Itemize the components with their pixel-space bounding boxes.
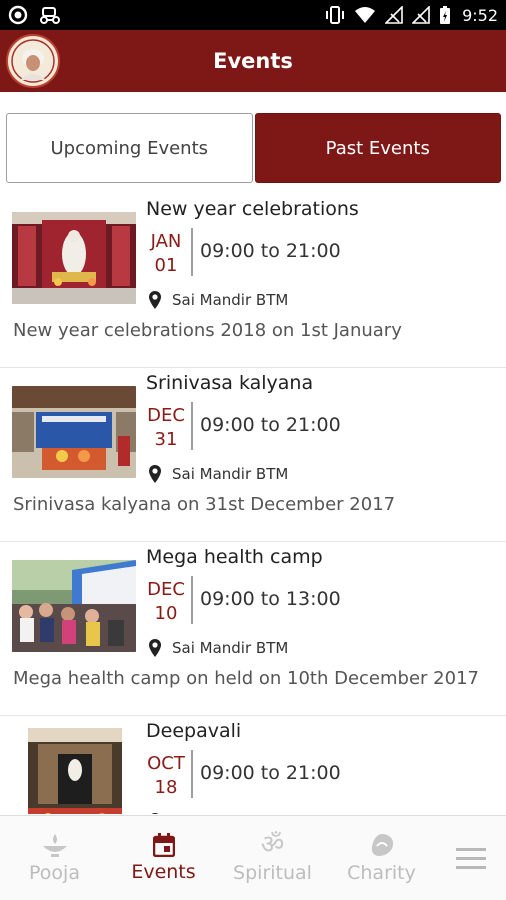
event-location-text: Sai Mandir BTM <box>172 291 289 309</box>
events-tabs: Upcoming Events Past Events <box>6 113 501 183</box>
event-item[interactable]: Deepavali OCT 18 09:00 to 21:00 <box>0 716 506 814</box>
ride-icon <box>38 5 62 25</box>
event-time: 09:00 to 21:00 <box>200 414 341 436</box>
event-day: 01 <box>154 255 178 276</box>
hamburger-menu-button[interactable] <box>436 816 506 900</box>
event-location <box>148 812 162 814</box>
date-divider <box>191 750 193 798</box>
nav-spiritual[interactable]: ॐ Spiritual <box>218 816 327 900</box>
event-day: 31 <box>154 429 178 450</box>
location-pin-icon <box>149 291 161 309</box>
event-description: New year celebrations 2018 on 1st Januar… <box>13 320 402 341</box>
event-item[interactable]: Srinivasa kalyana DEC 31 09:00 to 21:00 … <box>0 368 506 542</box>
event-title: Mega health camp <box>146 546 323 568</box>
event-description: Mega health camp on held on 10th Decembe… <box>13 668 479 689</box>
event-image <box>12 212 136 304</box>
vibrate-icon <box>325 5 345 25</box>
event-date: DEC 10 <box>144 578 188 626</box>
om-icon: ॐ <box>260 830 285 860</box>
bottom-navigation: Pooja Events ॐ Spiritual Charity <box>0 815 506 900</box>
battery-charging-icon <box>439 5 451 25</box>
status-bar: 9:52 <box>0 0 506 30</box>
event-day: 10 <box>154 603 178 624</box>
status-left <box>8 5 62 25</box>
date-divider <box>191 228 193 276</box>
nav-events[interactable]: Events <box>109 816 218 900</box>
event-title: New year celebrations <box>146 198 359 220</box>
event-month: OCT <box>147 753 185 774</box>
nav-label-pooja: Pooja <box>29 862 80 884</box>
event-month: DEC <box>147 405 185 426</box>
event-image <box>28 728 122 814</box>
hamburger-menu-icon <box>456 848 486 869</box>
charity-icon <box>371 834 393 856</box>
app-bar: Events <box>0 30 506 92</box>
event-date: OCT 18 <box>144 752 188 800</box>
event-time: 09:00 to 21:00 <box>200 240 341 262</box>
sai-baba-logo[interactable] <box>6 34 60 88</box>
nav-label-charity: Charity <box>347 862 416 884</box>
event-date: JAN 01 <box>144 230 188 278</box>
event-location: Sai Mandir BTM <box>148 638 288 658</box>
event-day: 18 <box>154 777 178 798</box>
wifi-icon <box>354 6 376 24</box>
event-image <box>12 386 136 478</box>
event-location-text: Sai Mandir BTM <box>172 639 289 657</box>
event-location: Sai Mandir BTM <box>148 290 288 310</box>
nav-label-events: Events <box>131 861 196 883</box>
event-item[interactable]: Mega health camp DEC 10 09:00 to 13:00 S… <box>0 542 506 716</box>
location-pin-icon <box>151 813 159 814</box>
event-title: Srinivasa kalyana <box>146 372 314 394</box>
event-location-text: Sai Mandir BTM <box>172 465 289 483</box>
nav-charity[interactable]: Charity <box>327 816 436 900</box>
event-date: DEC 31 <box>144 404 188 452</box>
no-signal-icon <box>412 6 430 24</box>
event-description: Srinivasa kalyana on 31st December 2017 <box>13 494 396 515</box>
event-title: Deepavali <box>146 720 242 742</box>
event-time: 09:00 to 13:00 <box>200 588 341 610</box>
tab-past-events[interactable]: Past Events <box>254 113 501 183</box>
location-pin-icon <box>149 465 161 483</box>
notification-circle-icon <box>8 5 28 25</box>
event-image <box>12 560 136 652</box>
no-signal-icon <box>385 6 403 24</box>
event-time: 09:00 to 21:00 <box>200 762 341 784</box>
status-right: 9:52 <box>325 5 498 25</box>
nav-pooja[interactable]: Pooja <box>0 816 109 900</box>
date-divider <box>191 576 193 624</box>
event-location: Sai Mandir BTM <box>148 464 288 484</box>
calendar-icon <box>152 833 175 857</box>
nav-label-spiritual: Spiritual <box>233 862 312 884</box>
event-month: DEC <box>147 579 185 600</box>
location-pin-icon <box>149 639 161 657</box>
diya-icon <box>42 834 67 857</box>
status-time: 9:52 <box>462 5 498 25</box>
tab-upcoming-events[interactable]: Upcoming Events <box>6 113 253 183</box>
event-month: JAN <box>150 231 182 252</box>
page-title: Events <box>213 49 293 73</box>
event-list[interactable]: New year celebrations JAN 01 09:00 to 21… <box>0 194 506 814</box>
event-item[interactable]: New year celebrations JAN 01 09:00 to 21… <box>0 194 506 368</box>
date-divider <box>191 402 193 450</box>
